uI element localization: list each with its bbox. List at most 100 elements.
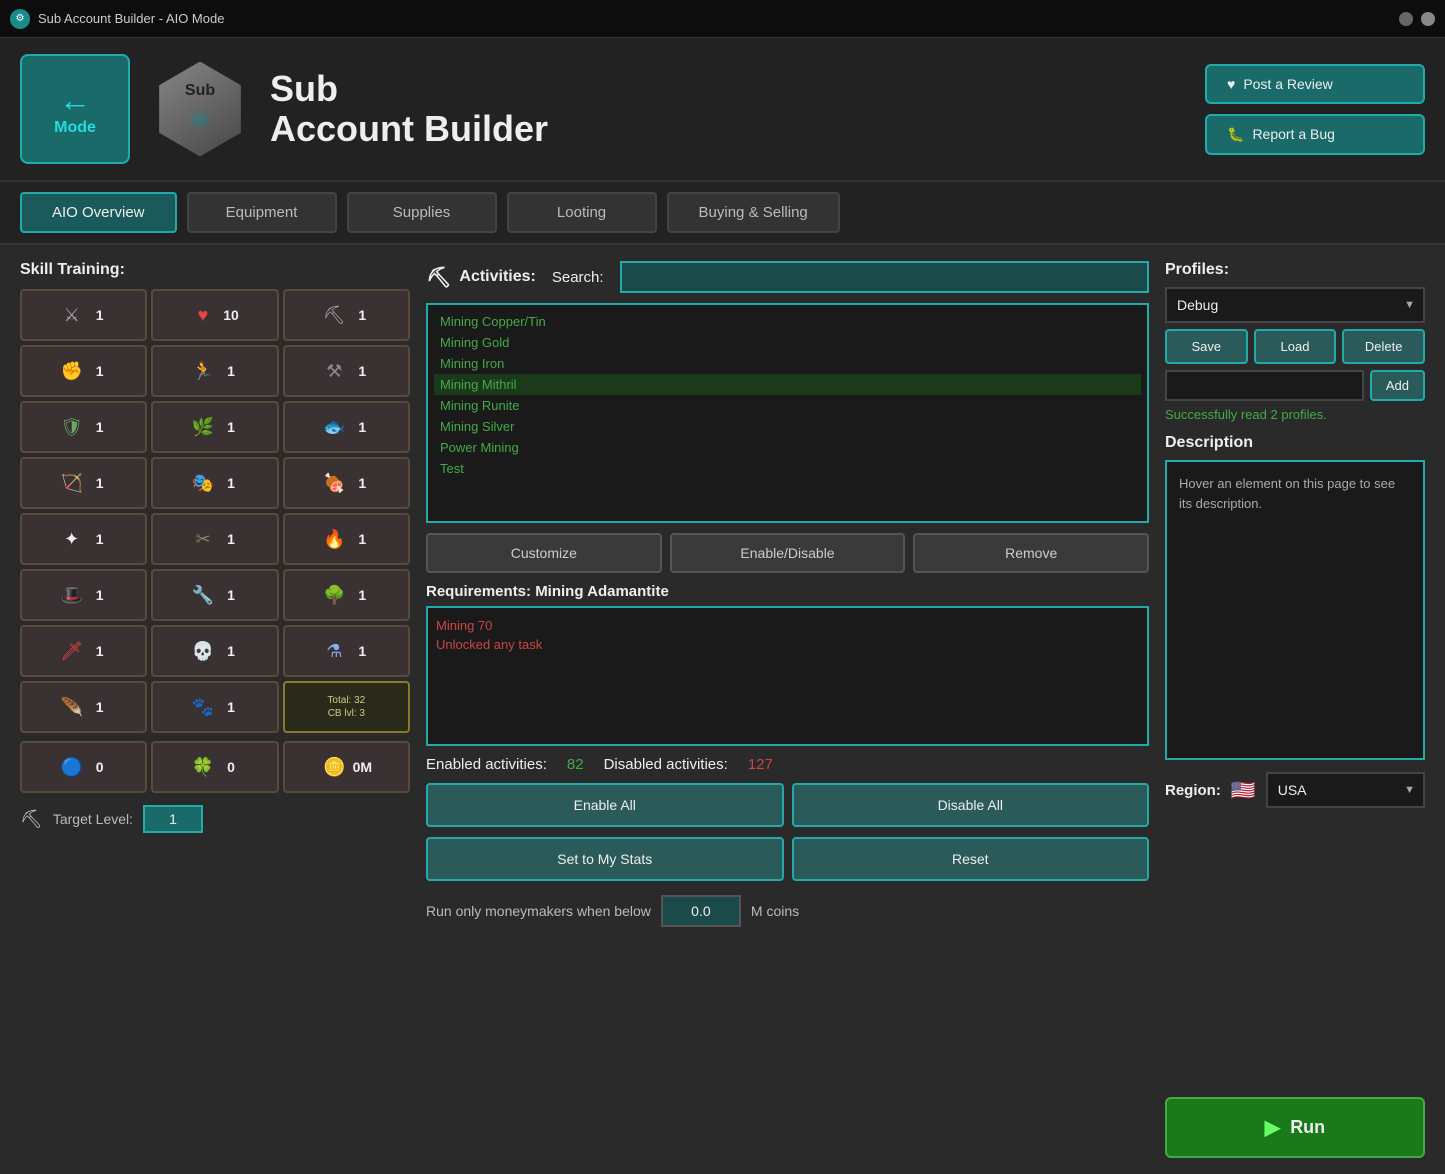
skill-thieving[interactable]: 🎭 1	[151, 457, 278, 509]
fish-icon: 🐟	[320, 413, 348, 441]
xbow-icon: 🏹	[58, 469, 86, 497]
tab-aio-overview[interactable]: AIO Overview	[20, 192, 177, 233]
activity-item-test[interactable]: Test	[434, 458, 1141, 479]
tab-looting[interactable]: Looting	[507, 192, 657, 233]
skill-agility[interactable]: 🏃 1	[151, 345, 278, 397]
profile-select[interactable]: Debug Profile1 Profile2	[1165, 287, 1425, 323]
skill-fishing[interactable]: 🐟 1	[283, 401, 410, 453]
farming-level: 1	[352, 643, 372, 659]
activity-item-mining-iron[interactable]: Mining Iron	[434, 353, 1141, 374]
hat-icon: 🎩	[58, 581, 86, 609]
load-profile-button[interactable]: Load	[1254, 329, 1337, 364]
region-row: Region: 🇺🇸 USA Europe Asia	[1165, 772, 1425, 808]
reset-button[interactable]: Reset	[792, 837, 1150, 881]
enabled-count: 82	[567, 756, 584, 773]
run-button[interactable]: ▶ Run	[1165, 1097, 1425, 1158]
enabled-label: Enabled activities:	[426, 756, 547, 773]
runecraft-level: 1	[221, 643, 241, 659]
skill-mining[interactable]: ⛏ 1	[283, 289, 410, 341]
skill-hitpoints[interactable]: ♥ 10	[151, 289, 278, 341]
skill-defence[interactable]: 🛡 1	[20, 401, 147, 453]
tab-supplies[interactable]: Supplies	[347, 192, 497, 233]
shield-icon: 🛡	[58, 413, 86, 441]
set-to-my-stats-button[interactable]: Set to My Stats	[426, 837, 784, 881]
prayer-icon: ✦	[58, 525, 86, 553]
dungeoneering-level: 0	[90, 759, 110, 775]
activities-list[interactable]: Mining Copper/Tin Mining Gold Mining Iro…	[426, 303, 1149, 523]
window-controls	[1399, 12, 1435, 26]
skill-fletching[interactable]: 🔧 1	[151, 569, 278, 621]
customize-button[interactable]: Customize	[426, 533, 662, 573]
skill-hunter[interactable]: 🐾 1	[151, 681, 278, 733]
summoning-level: 0	[221, 759, 241, 775]
close-button[interactable]	[1421, 12, 1435, 26]
skill-woodcutting[interactable]: 🌳 1	[283, 569, 410, 621]
run-label: Run	[1290, 1117, 1325, 1138]
region-select[interactable]: USA Europe Asia	[1266, 772, 1425, 808]
run-icon: 🏃	[189, 357, 217, 385]
req-mining: Mining 70	[436, 616, 1139, 635]
pickaxe-icon: ⛏	[320, 301, 348, 329]
report-bug-button[interactable]: 🐛 Report a Bug	[1205, 114, 1425, 155]
activity-item-power-mining[interactable]: Power Mining	[434, 437, 1141, 458]
skill-herblore[interactable]: 🌿 1	[151, 401, 278, 453]
moneymakers-input[interactable]	[661, 895, 741, 927]
profile-name-input[interactable]	[1165, 370, 1364, 401]
tab-equipment[interactable]: Equipment	[187, 192, 337, 233]
skill-cooking[interactable]: 🍖 1	[283, 457, 410, 509]
mask-icon: 🎭	[189, 469, 217, 497]
activity-item-mining-gold[interactable]: Mining Gold	[434, 332, 1141, 353]
cooking-icon: 🍖	[320, 469, 348, 497]
activity-item-mining-silver[interactable]: Mining Silver	[434, 416, 1141, 437]
profiles-title: Profiles:	[1165, 261, 1425, 279]
smithing-level: 1	[352, 363, 372, 379]
save-profile-button[interactable]: Save	[1165, 329, 1248, 364]
region-select-wrapper: USA Europe Asia	[1266, 772, 1425, 808]
skill-runecraft[interactable]: 💀 1	[151, 625, 278, 677]
minimize-button[interactable]	[1399, 12, 1413, 26]
delete-profile-button[interactable]: Delete	[1342, 329, 1425, 364]
skill-firemaking[interactable]: 🔥 1	[283, 513, 410, 565]
flag-icon: 🇺🇸	[1231, 778, 1256, 803]
skill-magic[interactable]: 🎩 1	[20, 569, 147, 621]
target-level-input[interactable]	[143, 805, 203, 833]
add-profile-button[interactable]: Add	[1370, 370, 1425, 401]
skill-strength[interactable]: ✊ 1	[20, 345, 147, 397]
mode-button[interactable]: ← Mode	[20, 54, 130, 164]
enable-all-button[interactable]: Enable All	[426, 783, 784, 827]
search-input[interactable]	[620, 261, 1149, 293]
profile-select-wrapper: Debug Profile1 Profile2	[1165, 287, 1425, 323]
moneymakers-label: Run only moneymakers when below	[426, 903, 651, 919]
fishing-level: 1	[352, 419, 372, 435]
activities-header: ⛏ Activities: Search:	[426, 261, 1149, 293]
total-info: Total: 32 CB lvl: 3	[327, 694, 365, 720]
activity-item-mining-copper[interactable]: Mining Copper/Tin	[434, 311, 1141, 332]
remove-button[interactable]: Remove	[913, 533, 1149, 573]
fletching-level: 1	[221, 587, 241, 603]
skill-ranged[interactable]: 🏹 1	[20, 457, 147, 509]
skill-smithing[interactable]: ⚒ 1	[283, 345, 410, 397]
activity-item-mining-runite[interactable]: Mining Runite	[434, 395, 1141, 416]
skill-crafting[interactable]: ✂ 1	[151, 513, 278, 565]
skill-dungeoneering[interactable]: 🔵 0	[20, 741, 147, 793]
region-label: Region:	[1165, 782, 1221, 799]
title-bar: ⚙ Sub Account Builder - AIO Mode	[0, 0, 1445, 38]
skill-farming[interactable]: ⚗ 1	[283, 625, 410, 677]
tab-buying-selling[interactable]: Buying & Selling	[667, 192, 840, 233]
skill-summoning[interactable]: 🍀 0	[151, 741, 278, 793]
skill-attack[interactable]: ⚔ 1	[20, 289, 147, 341]
skill-prayer[interactable]: ✦ 1	[20, 513, 147, 565]
skill-wealth[interactable]: 🪙 0M	[283, 741, 410, 793]
skill-construction[interactable]: 🪶 1	[20, 681, 147, 733]
activity-item-mining-mithril[interactable]: Mining Mithril	[434, 374, 1141, 395]
disable-all-button[interactable]: Disable All	[792, 783, 1150, 827]
profile-actions: Save Load Delete	[1165, 329, 1425, 364]
skill-slayer[interactable]: 🗡 1	[20, 625, 147, 677]
moneymakers-row: Run only moneymakers when below M coins	[426, 895, 1149, 927]
paw-icon: 🐾	[189, 693, 217, 721]
attack-level: 1	[90, 307, 110, 323]
skill-panel: Skill Training: ⚔ 1 ♥ 10 ⛏ 1 ✊	[20, 261, 410, 1158]
enable-disable-button[interactable]: Enable/Disable	[670, 533, 906, 573]
post-review-button[interactable]: ♥ Post a Review	[1205, 64, 1425, 104]
header-buttons: ♥ Post a Review 🐛 Report a Bug	[1205, 64, 1425, 155]
